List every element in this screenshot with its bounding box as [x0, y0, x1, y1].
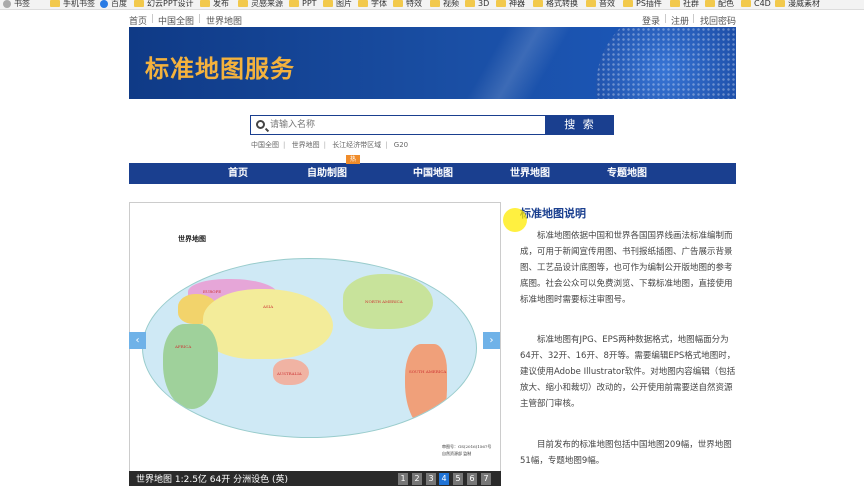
quick-link[interactable]: 长江经济带区域 — [332, 141, 381, 149]
bookmark-item[interactable]: 灵感来源 — [238, 0, 283, 9]
bookmark-item[interactable]: 图片 — [323, 0, 352, 9]
bookmark-item[interactable]: 百度 — [100, 0, 127, 9]
search-button[interactable]: 搜 索 — [546, 115, 614, 135]
folder-icon — [323, 0, 333, 7]
search-box — [250, 115, 546, 135]
top-links: 首页 | 中国全图 | 世界地图 登录 | 注册 | 找回密码 — [0, 12, 864, 27]
folder-icon — [741, 0, 751, 7]
map-label: AFRICA — [175, 344, 192, 349]
bookmark-item[interactable]: C4D — [741, 0, 771, 9]
bookmark-star-icon — [3, 0, 11, 8]
page-button-active[interactable]: 4 — [439, 473, 449, 485]
folder-icon — [50, 0, 60, 7]
description-title: 标准地图说明 — [520, 207, 586, 220]
map-label: ASIA — [263, 304, 274, 309]
world-map-image: EUROPE ASIA AFRICA NORTH AMERICA SOUTH A… — [142, 258, 477, 438]
bookmark-item[interactable]: PS插件 — [623, 0, 662, 9]
bookmark-item[interactable]: 格式转换 — [533, 0, 578, 9]
hot-badge: 热 — [346, 155, 360, 164]
folder-icon — [623, 0, 633, 7]
main-nav: 首页 自助制图 中国地图 世界地图 专题地图 — [129, 163, 736, 184]
bookmark-item[interactable]: 发布 — [200, 0, 229, 9]
page-button[interactable]: 1 — [398, 473, 408, 485]
nav-item-self-mapping[interactable]: 自助制图 — [307, 163, 347, 184]
description-paragraph: 标准地图有JPG、EPS两种数据格式，地图幅面分为64开、32开、16开、8开等… — [520, 335, 736, 409]
bookmark-item[interactable]: 视频 — [430, 0, 459, 9]
map-title: 世界地图 — [178, 234, 206, 243]
folder-icon — [393, 0, 403, 7]
register-link[interactable]: 注册 — [671, 14, 689, 27]
bookmark-item[interactable]: 幻云PPT设计 — [134, 0, 194, 9]
nav-item-china-map[interactable]: 中国地图 — [413, 163, 453, 184]
bookmark-item[interactable]: PPT — [289, 0, 317, 9]
quick-link[interactable]: G20 — [394, 141, 408, 149]
map-caption-bar: 世界地图 1:2.5亿 64开 分洲设色 (英) 1 2 3 4 5 6 7 — [129, 471, 501, 486]
map-label: AUSTRALIA — [277, 371, 302, 376]
nav-item-thematic-map[interactable]: 专题地图 — [607, 163, 647, 184]
map-preview-panel[interactable]: 世界地图 EUROPE ASIA AFRICA NORTH AMERICA SO… — [129, 202, 501, 486]
folder-icon — [705, 0, 715, 7]
bookmark-item[interactable]: 漫威素材 — [775, 0, 820, 9]
search-icon — [256, 120, 265, 129]
carousel-prev-button[interactable]: ‹ — [129, 332, 146, 349]
site-title: 标准地图服务 — [145, 55, 295, 83]
divider: | — [198, 14, 202, 24]
bookmark-item[interactable]: 字体 — [358, 0, 387, 9]
bookmark-item[interactable]: 手机书签 — [50, 0, 95, 9]
bookmark-item[interactable]: 3D — [465, 0, 489, 9]
folder-icon — [533, 0, 543, 7]
baidu-paw-icon — [100, 0, 108, 8]
map-caption: 世界地图 1:2.5亿 64开 分洲设色 (英) — [136, 475, 288, 485]
divider: | — [151, 14, 155, 24]
nav-item-world-map[interactable]: 世界地图 — [510, 163, 550, 184]
description-paragraph: 目前发布的标准地图包括中国地图209幅，世界地图51幅，专题地图9幅。 — [520, 440, 732, 466]
login-link[interactable]: 登录 — [642, 14, 660, 27]
map-label: SOUTH AMERICA — [409, 369, 447, 374]
bookmark-item[interactable]: 音效 — [586, 0, 615, 9]
folder-icon — [465, 0, 475, 7]
site-banner: 标准地图服务 — [129, 27, 736, 99]
folder-icon — [358, 0, 368, 7]
bookmark-item[interactable]: 特效 — [393, 0, 422, 9]
bookmark-item[interactable]: 神器 — [496, 0, 525, 9]
page-button[interactable]: 2 — [412, 473, 422, 485]
page-button[interactable]: 7 — [481, 473, 491, 485]
folder-icon — [200, 0, 210, 7]
carousel-next-button[interactable]: › — [483, 332, 500, 349]
divider: | — [664, 14, 668, 24]
folder-icon — [430, 0, 440, 7]
page-button[interactable]: 5 — [453, 473, 463, 485]
search-input[interactable] — [270, 118, 540, 132]
bookmark-item[interactable]: 社群 — [670, 0, 699, 9]
folder-icon — [496, 0, 506, 7]
quick-link[interactable]: 中国全图 — [251, 141, 279, 149]
bookmarks-bar: 书签 手机书签 百度 幻云PPT设计 发布 灵感来源 PPT 图片 字体 特效 … — [0, 0, 864, 10]
recover-password-link[interactable]: 找回密码 — [700, 14, 736, 27]
page-button[interactable]: 3 — [426, 473, 436, 485]
map-label: NORTH AMERICA — [365, 299, 403, 304]
bookmark-item[interactable]: 配色 — [705, 0, 734, 9]
folder-icon — [134, 0, 144, 7]
page-button[interactable]: 6 — [467, 473, 477, 485]
toplink-china-map[interactable]: 中国全图 — [158, 14, 194, 27]
toplink-world-map[interactable]: 世界地图 — [206, 14, 242, 27]
bookmark-item[interactable]: 书签 — [3, 0, 30, 9]
toplink-home[interactable]: 首页 — [129, 14, 147, 27]
quick-link[interactable]: 世界地图 — [292, 141, 320, 149]
nav-item-home[interactable]: 首页 — [228, 163, 248, 184]
map-approval-stamp: 审图号：GS(2016)1567号 自然资源部 监制 — [442, 444, 492, 456]
folder-icon — [775, 0, 785, 7]
map-label: EUROPE — [203, 289, 222, 294]
folder-icon — [586, 0, 596, 7]
cursor-highlight — [503, 208, 527, 232]
description-paragraph: 标准地图依据中国和世界各国国界线画法标准编制而成，可用于新闻宣传用图、书刊报纸插… — [520, 231, 733, 305]
divider: | — [692, 14, 696, 24]
quick-links: 中国全图 | 世界地图 | 长江经济带区域 | G20 — [251, 141, 409, 149]
folder-icon — [289, 0, 299, 7]
folder-icon — [238, 0, 248, 7]
folder-icon — [670, 0, 680, 7]
